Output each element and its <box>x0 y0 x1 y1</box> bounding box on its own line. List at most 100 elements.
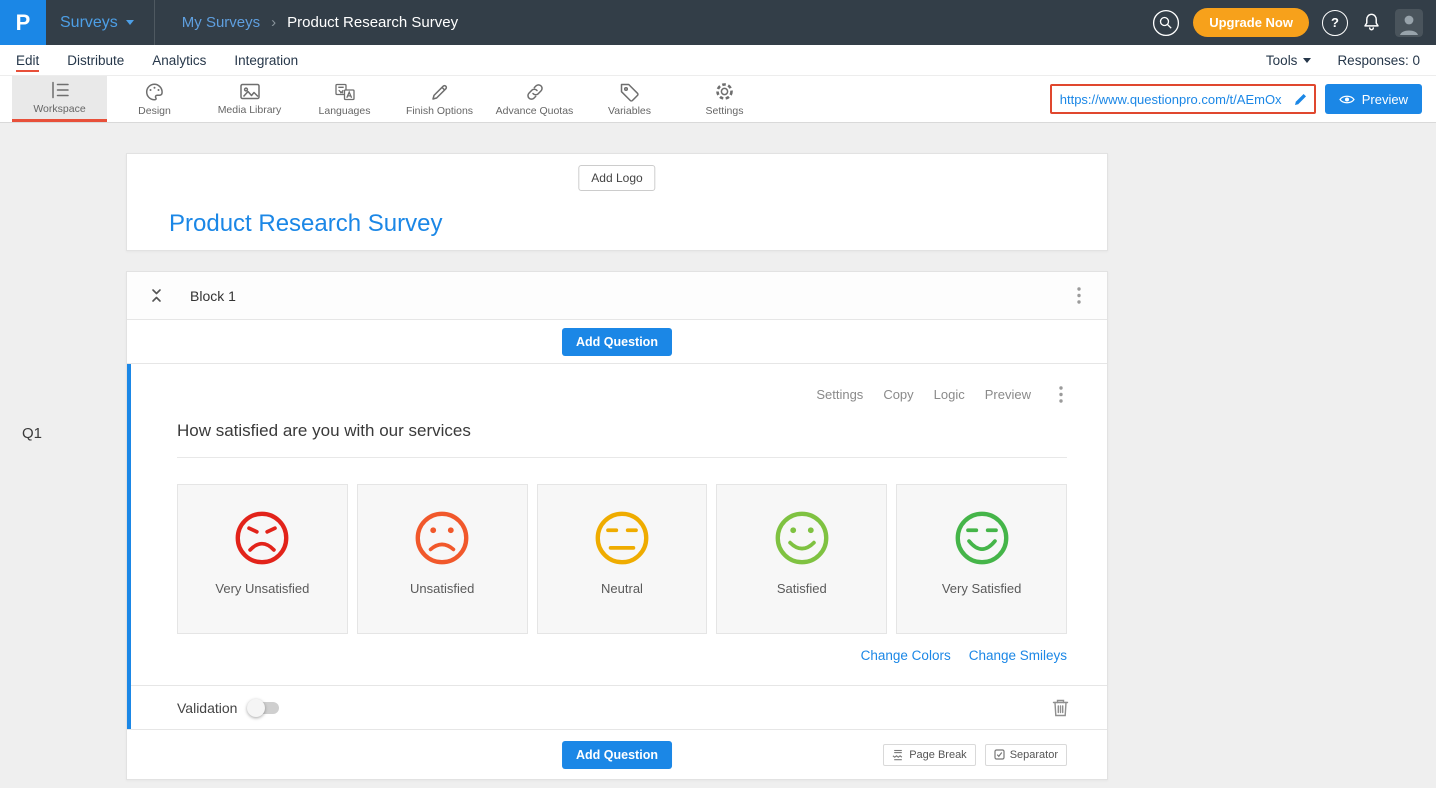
eye-icon <box>1339 94 1355 105</box>
settings-icon <box>714 81 735 102</box>
toolbar-right: Preview <box>1050 76 1436 122</box>
smiley-label: Very Satisfied <box>942 581 1022 596</box>
block-menu-button[interactable] <box>1073 283 1085 308</box>
avatar[interactable] <box>1395 9 1423 37</box>
smiley-label: Very Unsatisfied <box>215 581 309 596</box>
chevron-down-icon <box>126 20 134 25</box>
block-footer: Add Question Page Break <box>127 729 1107 779</box>
add-logo-button[interactable]: Add Logo <box>578 165 655 191</box>
toolbar-item-media-library[interactable]: Media Library <box>202 76 297 122</box>
page-break-label: Page Break <box>909 749 966 761</box>
page: P Surveys My Surveys › Product Research … <box>0 0 1436 788</box>
toolbar-item-advance-quotas[interactable]: Advance Quotas <box>487 76 582 122</box>
toolbar-item-label: Languages <box>319 105 371 117</box>
very-satisfied-smiley-icon <box>953 509 1011 567</box>
block-title[interactable]: Block 1 <box>190 288 236 304</box>
question-copy-link[interactable]: Copy <box>883 387 913 402</box>
question-actions: Settings Copy Logic Preview <box>177 382 1067 407</box>
collapse-block-button[interactable] <box>149 287 164 304</box>
pencil-icon <box>1294 93 1307 106</box>
toolbar-item-variables[interactable]: Variables <box>582 76 677 122</box>
smiley-option-unsatisfied[interactable]: Unsatisfied <box>357 484 528 634</box>
trash-icon <box>1052 698 1069 717</box>
smiley-option-satisfied[interactable]: Satisfied <box>716 484 887 634</box>
toolbar-item-label: Media Library <box>218 104 282 116</box>
add-question-button-top[interactable]: Add Question <box>562 328 672 356</box>
tab-edit[interactable]: Edit <box>16 45 39 75</box>
toolbar: Workspace Design Media Library Languages <box>0 76 1436 123</box>
tab-distribute-label: Distribute <box>67 53 124 68</box>
block-card: Block 1 Add Question Settings Copy <box>126 271 1108 780</box>
change-smileys-link[interactable]: Change Smileys <box>969 648 1067 663</box>
product-switcher[interactable]: Surveys <box>46 0 154 45</box>
add-question-button-bottom[interactable]: Add Question <box>562 741 672 769</box>
smiley-option-neutral[interactable]: Neutral <box>537 484 708 634</box>
question-menu-button[interactable] <box>1055 382 1067 407</box>
delete-question-button[interactable] <box>1052 698 1069 717</box>
page-break-icon <box>892 749 904 761</box>
separator-checkbox-icon <box>994 749 1005 760</box>
toolbar-item-settings[interactable]: Settings <box>677 76 772 122</box>
validation-toggle[interactable] <box>249 702 279 714</box>
variables-icon <box>619 82 640 102</box>
question-title-wrap: How satisfied are you with our services <box>177 421 1067 458</box>
question-title[interactable]: How satisfied are you with our services <box>177 421 1067 441</box>
toolbar-item-label: Finish Options <box>406 105 473 117</box>
nav-tabs: Edit Distribute Analytics Integration To… <box>0 45 1436 76</box>
change-colors-link[interactable]: Change Colors <box>861 648 951 663</box>
tab-integration-label: Integration <box>234 53 298 68</box>
collapse-icon <box>149 287 164 304</box>
toolbar-item-label: Design <box>138 105 171 117</box>
toolbar-item-finish-options[interactable]: Finish Options <box>392 76 487 122</box>
smiley-label: Satisfied <box>777 581 827 596</box>
survey-header-card: Add Logo Product Research Survey <box>126 153 1108 251</box>
satisfied-smiley-icon <box>773 509 831 567</box>
tab-analytics[interactable]: Analytics <box>152 45 206 75</box>
smiley-option-very-unsatisfied[interactable]: Very Unsatisfied <box>177 484 348 634</box>
notifications-button[interactable] <box>1361 12 1382 33</box>
product-label: Surveys <box>60 14 118 32</box>
preview-button[interactable]: Preview <box>1325 84 1422 114</box>
smiley-customize-links: Change Colors Change Smileys <box>177 648 1067 685</box>
design-icon <box>144 82 165 102</box>
breadcrumb: My Surveys › Product Research Survey <box>182 14 458 31</box>
search-button[interactable] <box>1152 9 1180 37</box>
add-question-row-top: Add Question <box>127 320 1107 364</box>
tab-distribute[interactable]: Distribute <box>67 45 124 75</box>
questionpro-logo[interactable]: P <box>0 0 46 45</box>
survey-title[interactable]: Product Research Survey <box>169 210 442 238</box>
edit-url-button[interactable] <box>1294 93 1307 106</box>
question-card: Settings Copy Logic Preview How satisfie… <box>127 364 1107 729</box>
block-header: Block 1 <box>127 272 1107 320</box>
survey-url-input[interactable] <box>1060 92 1294 107</box>
kebab-menu-icon <box>1077 287 1081 304</box>
tab-edit-label: Edit <box>16 53 39 68</box>
advance-quotas-icon <box>524 82 546 102</box>
tabs-right: Tools Responses: 0 <box>1266 45 1436 75</box>
languages-icon <box>334 82 356 102</box>
question-preview-link[interactable]: Preview <box>985 387 1031 402</box>
survey-workspace: Q1 Add Logo Product Research Survey Bloc… <box>0 123 1436 788</box>
separator-label: Separator <box>1010 749 1058 761</box>
topbar-actions: Upgrade Now ? <box>1152 8 1436 37</box>
breadcrumb-separator-icon: › <box>271 14 276 31</box>
breadcrumb-my-surveys[interactable]: My Surveys <box>182 14 260 31</box>
neutral-smiley-icon <box>593 509 651 567</box>
question-logic-link[interactable]: Logic <box>934 387 965 402</box>
help-button[interactable]: ? <box>1322 10 1348 36</box>
toolbar-item-design[interactable]: Design <box>107 76 202 122</box>
tab-integration[interactable]: Integration <box>234 45 298 75</box>
upgrade-now-button[interactable]: Upgrade Now <box>1193 8 1309 37</box>
kebab-menu-icon <box>1059 386 1063 403</box>
responses-count: Responses: 0 <box>1337 53 1420 68</box>
toolbar-item-workspace[interactable]: Workspace <box>12 76 107 122</box>
smiley-option-very-satisfied[interactable]: Very Satisfied <box>896 484 1067 634</box>
survey-canvas: Add Logo Product Research Survey Block 1 <box>126 153 1108 780</box>
unsatisfied-smiley-icon <box>413 509 471 567</box>
toolbar-item-languages[interactable]: Languages <box>297 76 392 122</box>
tools-menu[interactable]: Tools <box>1266 53 1312 68</box>
separator-button[interactable]: Separator <box>985 744 1067 766</box>
question-settings-link[interactable]: Settings <box>816 387 863 402</box>
tools-label: Tools <box>1266 53 1298 68</box>
page-break-button[interactable]: Page Break <box>883 744 975 766</box>
